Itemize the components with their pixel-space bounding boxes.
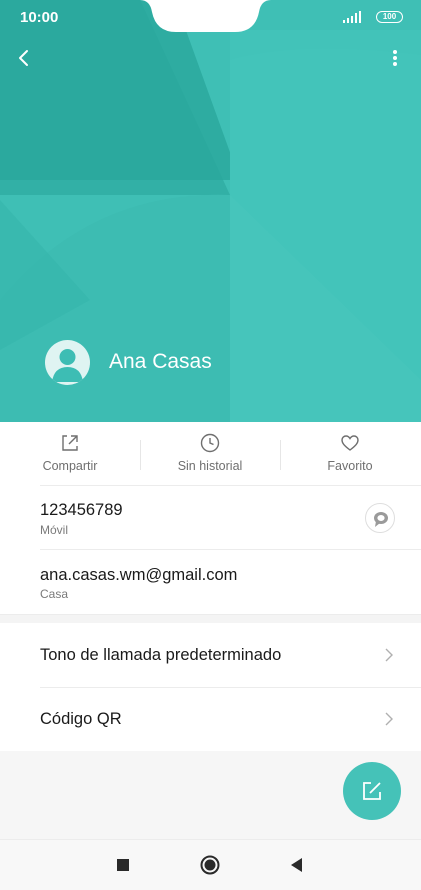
section-gap [0,614,421,623]
edit-icon [363,782,381,800]
more-options-button[interactable] [384,44,406,72]
favorite-label: Favorito [327,459,373,473]
back-nav-icon[interactable] [286,854,308,876]
heart-icon [341,435,359,451]
share-button[interactable]: Compartir [0,422,140,485]
history-button[interactable]: Sin historial [140,422,280,485]
quick-actions: Compartir Sin historial Favorito [0,422,421,485]
favorite-button[interactable]: Favorito [280,422,420,485]
divider [40,485,421,486]
edit-contact-button[interactable] [343,762,401,820]
ringtone-label: Tono de llamada predeterminado [40,646,282,664]
qr-code-label: Código QR [40,710,122,728]
home-icon[interactable] [199,854,221,876]
email-type: Casa [40,587,69,601]
screen-notch [140,0,271,32]
battery-icon: 100 [376,11,403,23]
ringtone-setting[interactable]: Tono de llamada predeterminado [0,623,421,687]
person-icon [52,349,83,382]
share-icon [62,435,78,451]
divider [40,549,421,550]
message-bubble-icon [374,512,388,527]
status-bar: 10:00 100 [0,0,421,34]
system-navigation-bar [0,839,421,890]
chevron-right-icon [385,712,393,726]
qr-code-setting[interactable]: Código QR [0,687,421,751]
contact-avatar[interactable] [45,340,90,385]
contact-details-card: Compartir Sin historial Favorito 1234567… [0,422,421,614]
status-time: 10:00 [20,9,59,26]
recent-apps-icon[interactable] [112,854,134,876]
share-label: Compartir [42,459,98,473]
chevron-right-icon [385,648,393,662]
history-label: Sin historial [177,459,243,473]
signal-icon [343,11,361,23]
phone-type: Móvil [40,523,69,537]
back-arrow-icon [19,50,28,66]
contact-settings: Tono de llamada predeterminado Código QR [0,623,421,751]
phone-number[interactable]: 123456789 [40,501,123,520]
clock-icon [200,433,220,453]
back-button[interactable] [10,44,38,72]
send-message-button[interactable] [365,503,395,533]
email-address[interactable]: ana.casas.wm@gmail.com [40,566,237,585]
more-vertical-icon [393,50,397,66]
contact-name: Ana Casas [109,350,212,373]
